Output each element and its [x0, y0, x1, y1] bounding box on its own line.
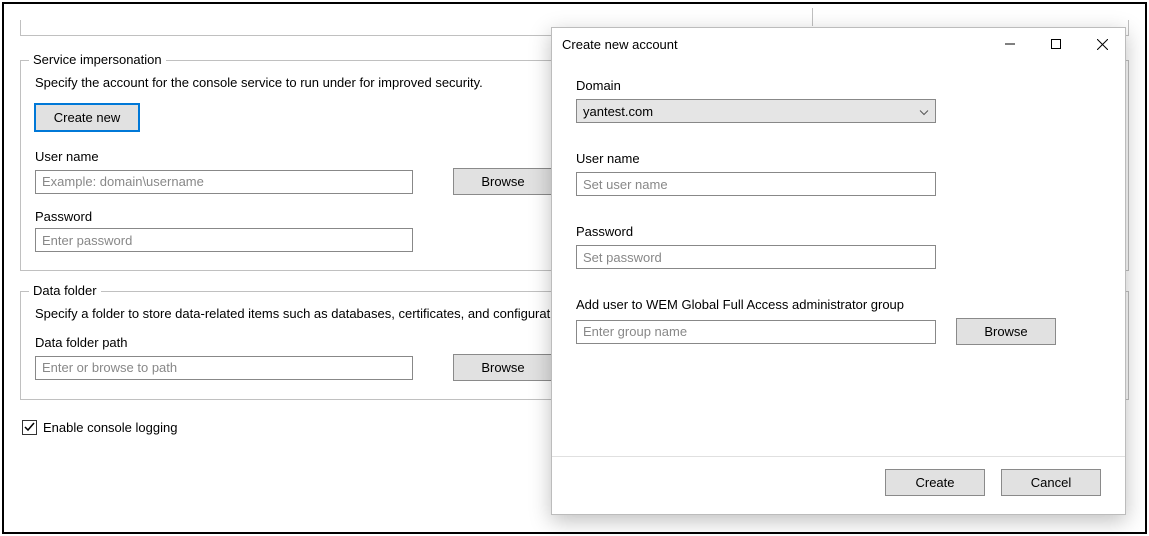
data-folder-path-input[interactable] [35, 356, 413, 380]
data-folder-browse-button[interactable]: Browse [453, 354, 553, 381]
username-browse-button[interactable]: Browse [453, 168, 553, 195]
enable-logging-checkbox[interactable] [22, 420, 37, 435]
dialog-username-input[interactable] [576, 172, 936, 196]
maximize-button[interactable] [1033, 28, 1079, 60]
check-icon [24, 422, 35, 433]
minimize-button[interactable] [987, 28, 1033, 60]
dialog-password-input[interactable] [576, 245, 936, 269]
username-input[interactable] [35, 170, 413, 194]
chevron-down-icon [919, 104, 929, 119]
group-label: Add user to WEM Global Full Access admin… [576, 297, 936, 312]
close-icon [1097, 39, 1108, 50]
group-input[interactable] [576, 320, 936, 344]
dialog-footer: Create Cancel [552, 457, 1125, 514]
dialog-titlebar: Create new account [552, 28, 1125, 60]
group-browse-button[interactable]: Browse [956, 318, 1056, 345]
data-folder-legend: Data folder [29, 283, 101, 298]
domain-select[interactable]: yantest.com [576, 99, 936, 123]
maximize-icon [1051, 39, 1061, 49]
create-button[interactable]: Create [885, 469, 985, 496]
service-impersonation-legend: Service impersonation [29, 52, 166, 67]
create-new-button[interactable]: Create new [35, 104, 139, 131]
dialog-password-label: Password [576, 224, 1101, 239]
enable-logging-label: Enable console logging [43, 420, 177, 435]
domain-label: Domain [576, 78, 1101, 93]
cancel-button[interactable]: Cancel [1001, 469, 1101, 496]
dialog-title: Create new account [562, 37, 987, 52]
create-new-account-dialog: Create new account Domain yantest.com [551, 27, 1126, 515]
password-input[interactable] [35, 228, 413, 252]
dialog-username-label: User name [576, 151, 1101, 166]
domain-value: yantest.com [583, 104, 653, 119]
close-button[interactable] [1079, 28, 1125, 60]
minimize-icon [1005, 39, 1015, 49]
